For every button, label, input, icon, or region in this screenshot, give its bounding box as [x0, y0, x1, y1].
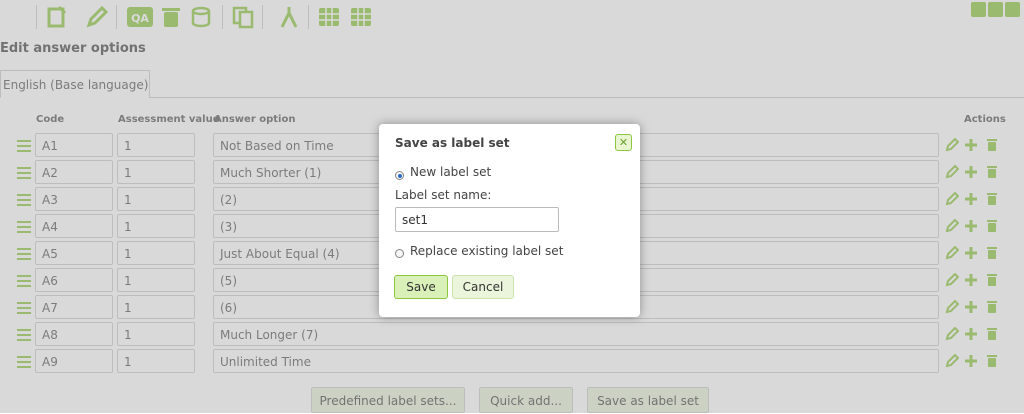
- label-set-name-label: Label set name:: [395, 188, 492, 202]
- dialog-title: Save as label set: [395, 136, 510, 150]
- new-label-set-label: New label set: [410, 165, 492, 179]
- replace-label-set-label: Replace existing label set: [410, 244, 564, 258]
- save-label-set-dialog: Save as label set ✕ New label set Label …: [379, 124, 640, 317]
- label-set-name-input[interactable]: set1: [395, 207, 559, 232]
- new-label-set-radio[interactable]: [395, 171, 404, 180]
- save-button[interactable]: Save: [394, 275, 448, 299]
- replace-label-set-radio[interactable]: [395, 249, 404, 258]
- page-root: QA Edit answer options English (Base lan…: [0, 0, 1024, 413]
- cancel-button[interactable]: Cancel: [452, 275, 514, 299]
- close-icon[interactable]: ✕: [615, 134, 632, 151]
